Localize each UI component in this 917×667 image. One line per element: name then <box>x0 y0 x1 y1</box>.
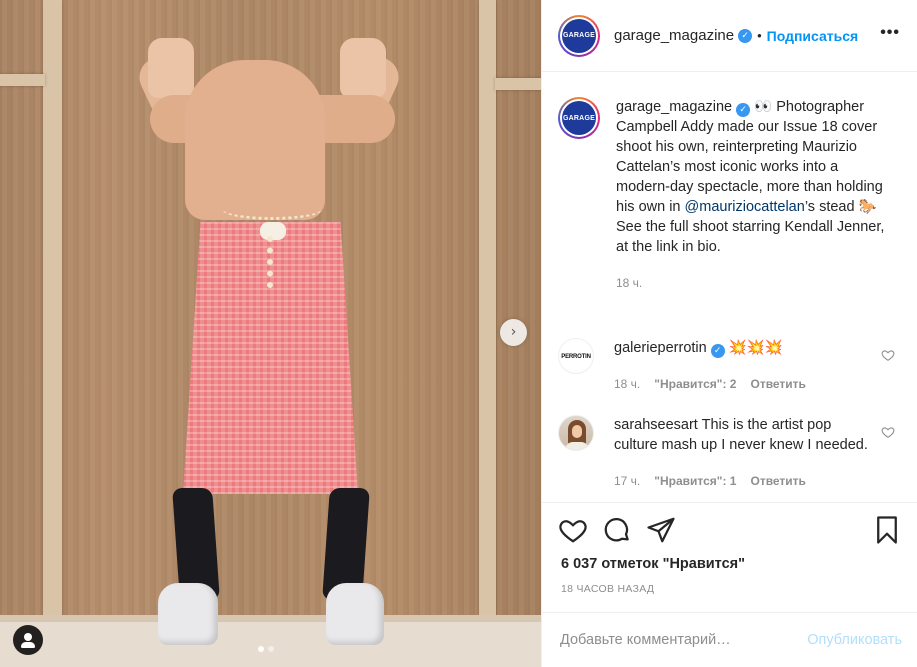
post-photo[interactable]: › <box>0 0 541 667</box>
add-comment-bar: Опубликовать <box>542 612 917 667</box>
verified-badge-icon: ✓ <box>710 344 725 358</box>
caption-body: 👀 Photographer Campbell Addy made our Is… <box>616 99 883 215</box>
caption-text: garage_magazine ✓ 👀 Photographer Campbell… <box>616 97 888 293</box>
caption-username[interactable]: garage_magazine <box>616 99 732 115</box>
likes-count[interactable]: 6 037 отметок "Нравится" <box>561 556 745 572</box>
reply-button[interactable]: Ответить <box>750 374 805 394</box>
like-comment-heart-icon[interactable] <box>881 425 895 439</box>
comment-bubble-icon[interactable] <box>602 515 632 545</box>
avatar-logo-text: GARAGE <box>562 18 596 53</box>
model-left-hand <box>148 38 194 98</box>
caption-timestamp[interactable]: 18 ч. <box>616 273 642 293</box>
post-header: GARAGE garage_magazine ✓ • Подписаться •… <box>542 0 917 72</box>
carousel-dot-active <box>258 646 264 652</box>
comment-input[interactable] <box>560 632 790 648</box>
header-separator: • <box>757 28 762 43</box>
author-avatar[interactable]: GARAGE <box>558 14 600 57</box>
share-paperplane-icon[interactable] <box>646 515 676 545</box>
post-date[interactable]: 18 ЧАСОВ НАЗАД <box>561 583 654 595</box>
author-username[interactable]: garage_magazine <box>614 27 734 44</box>
commenter-username[interactable]: galerieperrotin <box>614 340 707 356</box>
wall-trim <box>0 74 45 86</box>
post-details-panel: GARAGE garage_magazine ✓ • Подписаться •… <box>541 0 917 667</box>
more-options-icon[interactable]: ••• <box>880 24 900 42</box>
comment-item: sarahseesart This is the artist pop cult… <box>558 415 903 491</box>
carousel-dot <box>268 646 274 652</box>
mention-link[interactable]: @mauriziocattelan <box>685 199 805 215</box>
commenter-username[interactable]: sarahseesart <box>614 417 698 433</box>
wall-trim <box>479 0 496 625</box>
carousel-indicator <box>258 646 274 652</box>
model-torso <box>185 60 325 220</box>
model-right-hand <box>340 38 386 98</box>
floor <box>0 622 541 667</box>
commenter-avatar[interactable]: PERROTIN <box>558 338 594 374</box>
post-caption: GARAGE garage_magazine ✓ 👀 Photographer C… <box>558 97 903 293</box>
user-tags-icon[interactable] <box>13 625 43 655</box>
comment-item: PERROTIN galerieperrotin ✓ 💥💥💥 18 ч. "Нра… <box>558 338 903 394</box>
wall-trim <box>495 78 541 90</box>
carousel-next-button[interactable]: › <box>500 319 527 346</box>
like-comment-heart-icon[interactable] <box>881 348 895 362</box>
comment-text: 💥💥💥 <box>728 340 783 356</box>
save-bookmark-icon[interactable] <box>872 515 902 545</box>
verified-badge-icon: ✓ <box>736 103 751 117</box>
right-shoe <box>326 583 384 645</box>
like-heart-icon[interactable] <box>558 515 588 545</box>
commenter-avatar[interactable] <box>558 415 594 451</box>
reply-button[interactable]: Ответить <box>750 471 805 491</box>
waist-chain <box>222 198 322 220</box>
publish-button[interactable]: Опубликовать <box>807 632 902 648</box>
pearl-strand <box>267 236 275 288</box>
action-bar: 6 037 отметок "Нравится" 18 ЧАСОВ НАЗАД <box>542 502 917 612</box>
caption-author-avatar[interactable]: GARAGE <box>558 97 600 139</box>
comment-timestamp[interactable]: 18 ч. <box>614 374 640 394</box>
comment-likes[interactable]: "Нравится": 2 <box>654 374 736 394</box>
comments-list[interactable]: GARAGE garage_magazine ✓ 👀 Photographer C… <box>542 73 917 501</box>
comment-likes[interactable]: "Нравится": 1 <box>654 471 736 491</box>
follow-button[interactable]: Подписаться <box>767 28 859 44</box>
left-shoe <box>158 583 218 645</box>
comment-timestamp[interactable]: 17 ч. <box>614 471 640 491</box>
verified-badge-icon: ✓ <box>738 28 753 43</box>
avatar-logo-text: GARAGE <box>562 101 596 135</box>
wall-trim <box>43 0 62 625</box>
